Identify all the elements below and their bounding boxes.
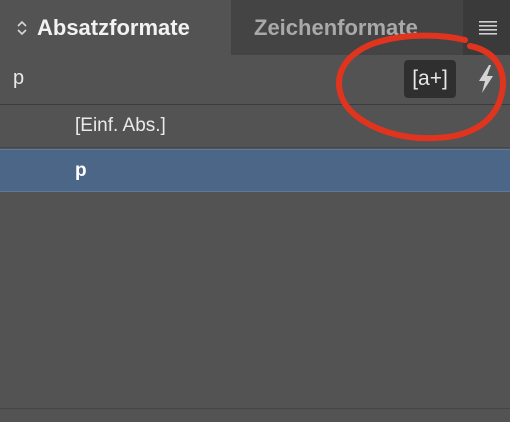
chevron-updown-icon[interactable] (16, 18, 28, 38)
new-style-icon: [a+] (412, 67, 448, 90)
tab-label: Zeichenformate (254, 14, 418, 40)
paragraph-styles-panel: Absatzformate Zeichenformate p [a+] [Ein… (0, 0, 510, 422)
tab-label: Absatzformate (37, 14, 190, 40)
tab-absatzformate[interactable]: Absatzformate (0, 0, 231, 55)
current-style-label: p (13, 67, 25, 89)
style-name: p (75, 159, 87, 181)
style-name: [Einf. Abs.] (75, 115, 166, 136)
hamburger-menu-icon (479, 20, 497, 35)
panel-menu-button[interactable] (466, 0, 510, 55)
tab-zeichenformate[interactable]: Zeichenformate (231, 0, 463, 55)
style-toolbar: p [a+] (0, 55, 510, 105)
list-item-selected[interactable]: p (0, 149, 510, 192)
tab-bar: Absatzformate Zeichenformate (0, 0, 510, 55)
list-item[interactable]: [Einf. Abs.] (0, 105, 510, 148)
lightning-icon (479, 65, 493, 93)
new-style-button[interactable]: [a+] (404, 60, 456, 98)
quick-apply-button[interactable] (474, 64, 498, 94)
divider (0, 408, 510, 409)
